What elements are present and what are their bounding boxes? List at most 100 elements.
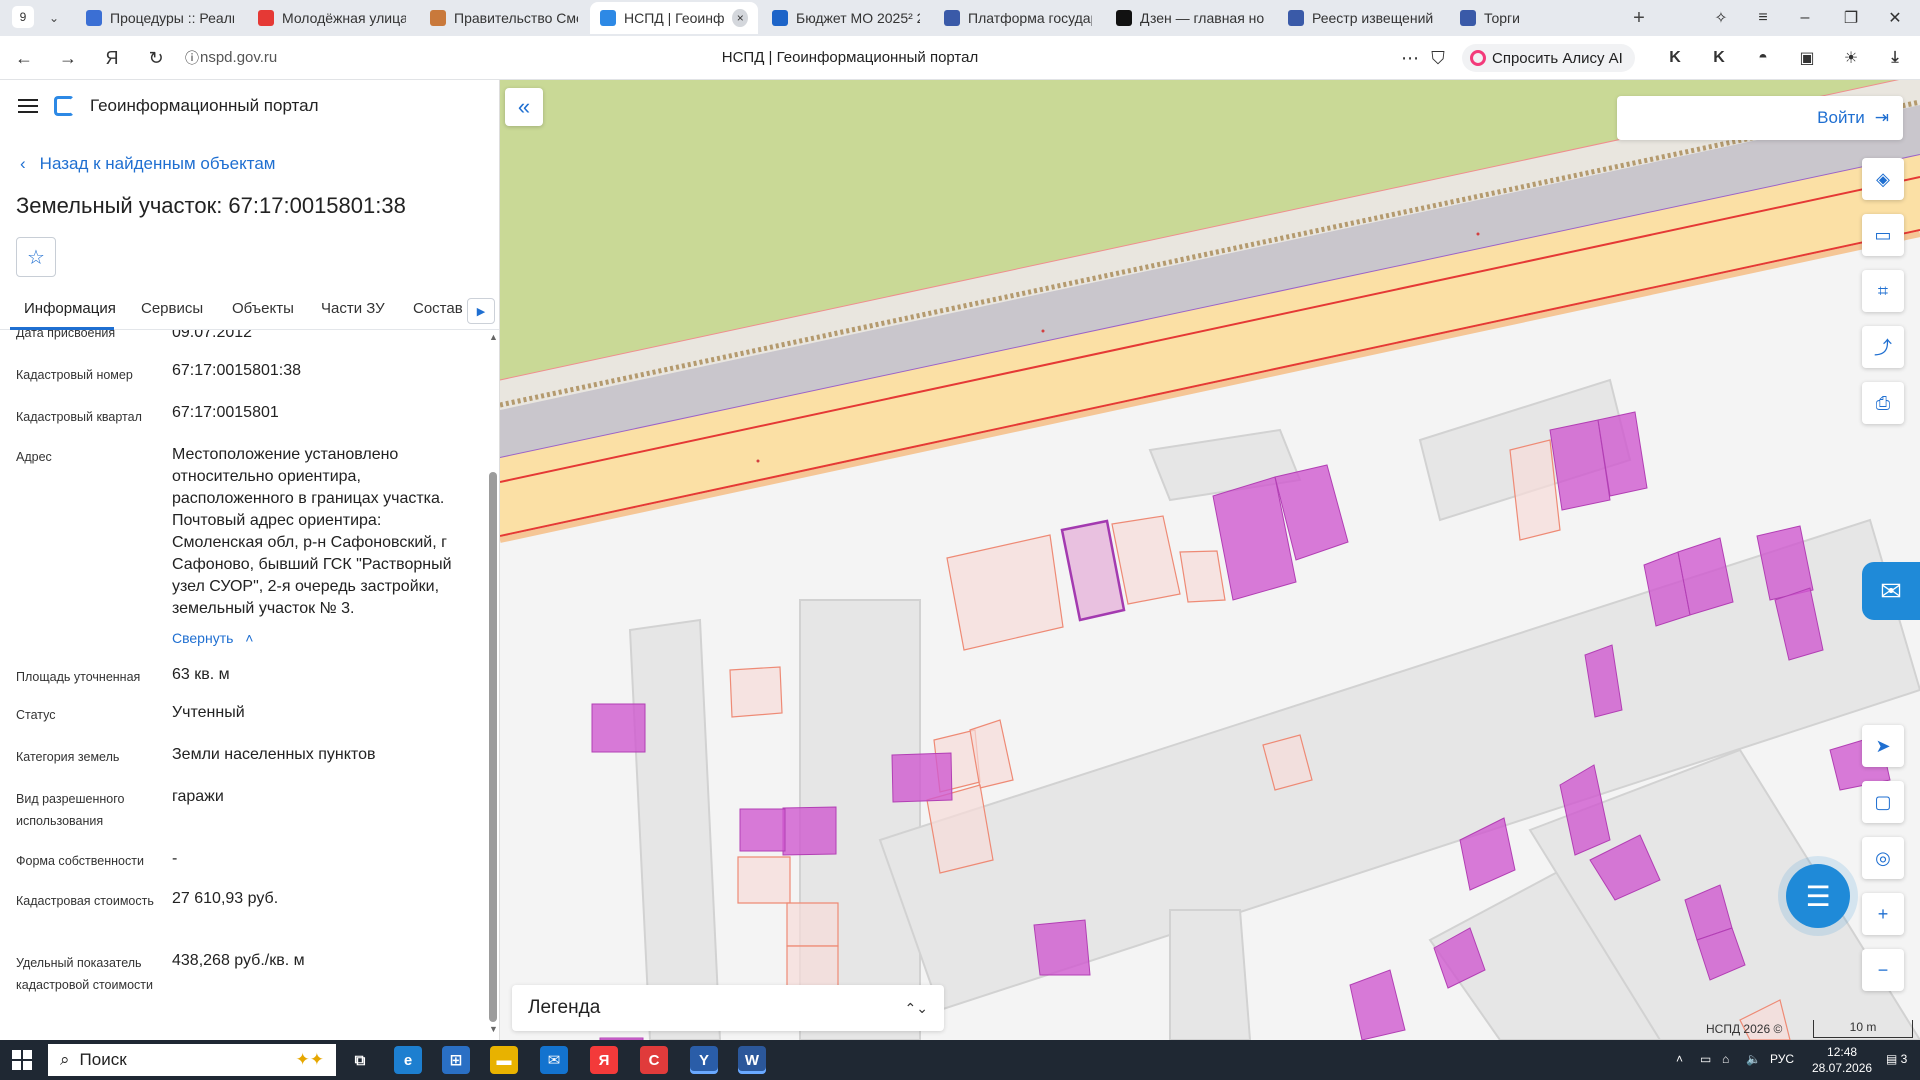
browser-tab[interactable]: Платформа государс (934, 2, 1102, 34)
chat-bubble-icon[interactable]: ☰ (1786, 864, 1850, 928)
back-to-results-link[interactable]: ‹ Назад к найденным объектам (20, 154, 275, 174)
map-scale-bar: 10 m (1813, 1020, 1913, 1038)
collapse-panel-icon[interactable]: « (505, 88, 543, 126)
browser-tab[interactable]: Бюджет МО 2025² 24 (762, 2, 930, 34)
map-pin-favicon-icon (258, 10, 274, 26)
legend-label: Легенда (528, 997, 601, 1018)
weather-icon[interactable]: ☀ (1840, 47, 1862, 69)
prop-label: Дата присвоения (16, 330, 116, 340)
emblem-favicon-icon (944, 10, 960, 26)
tabs-next-icon[interactable]: ▶ (467, 298, 495, 324)
browser-tab[interactable]: Молодёжная улица, (248, 2, 416, 34)
tab-parcel-parts[interactable]: Части ЗУ (321, 300, 385, 317)
volume-muted-icon[interactable]: 🔈 (1746, 1052, 1761, 1066)
minimize-button[interactable]: – (1790, 6, 1820, 30)
browser-tab[interactable]: Правительство Смол (420, 2, 588, 34)
prop-value: 438,268 руб./кв. м (172, 952, 305, 969)
area-select-icon[interactable]: ⌗ (1862, 270, 1904, 312)
collapse-link[interactable]: Свернуть ˄ (172, 630, 253, 646)
scrollbar-thumb[interactable] (489, 472, 497, 1022)
edge-icon[interactable]: e (394, 1046, 422, 1074)
close-window-button[interactable]: ✕ (1880, 6, 1910, 30)
prop-value: 63 кв. м (172, 666, 230, 683)
alisa-icon (1470, 50, 1486, 66)
hamburger-menu-icon[interactable] (18, 99, 38, 113)
network-icon[interactable]: ⌂ (1722, 1052, 1729, 1066)
tab-objects[interactable]: Объекты (232, 300, 294, 317)
map-canvas[interactable] (500, 80, 1920, 1040)
tab-services[interactable]: Сервисы (141, 300, 203, 317)
browser-tab-title: Правительство Смол (454, 10, 578, 26)
properties-list: Дата присвоения 09.07.2012 Кадастровый н… (0, 330, 486, 1040)
procedures-favicon-icon (86, 10, 102, 26)
store-icon[interactable]: ⊞ (442, 1046, 470, 1074)
zoom-in-icon[interactable]: + (1862, 893, 1904, 935)
tab-composition[interactable]: Состав (413, 300, 463, 317)
scroll-up-arrow-icon[interactable]: ▲ (489, 332, 498, 342)
browser-tab-title: Бюджет МО 2025² 24 (796, 10, 920, 26)
kaspersky-secondary-icon[interactable]: K (1708, 47, 1730, 69)
login-label: Войти (1817, 108, 1865, 127)
kaspersky-icon[interactable]: K (1664, 47, 1686, 69)
login-button[interactable]: Войти ⇥ (1617, 96, 1903, 140)
share-icon[interactable]: ⤴ (1862, 326, 1904, 368)
browser-tab[interactable]: Процедуры :: Реализ (76, 2, 244, 34)
expand-chevron-icon: ⌃⌄ (904, 999, 928, 1016)
legend-panel[interactable]: Легенда ⌃⌄ (512, 985, 944, 1031)
print-icon[interactable]: ⎙ (1862, 382, 1904, 424)
registry-favicon-icon (1288, 10, 1304, 26)
prop-label: Адрес (16, 450, 52, 464)
portal-header: Геоинформационный портал (18, 96, 319, 116)
new-tab-button[interactable]: + (1627, 6, 1651, 30)
more-icon[interactable]: ⋯ (1398, 46, 1422, 70)
browser-tab-title: НСПД | Геоинфор (624, 10, 725, 26)
prop-value: гаражи (172, 788, 224, 805)
close-tab-icon[interactable]: × (732, 9, 748, 27)
zoom-out-icon[interactable]: − (1862, 949, 1904, 991)
windows-start-icon[interactable] (12, 1050, 32, 1070)
menu-icon[interactable]: ≡ (1748, 6, 1778, 30)
favorite-star-icon[interactable]: ☆ (16, 237, 56, 277)
restore-button[interactable]: ❐ (1836, 6, 1866, 30)
tab-counter[interactable]: 9 (12, 6, 34, 28)
copyright-text: НСПД 2026 © (1706, 1022, 1783, 1036)
taskbar-clock[interactable]: 12:48 28.07.2026 (1812, 1044, 1872, 1076)
scale-label: 10 m (1849, 1020, 1877, 1034)
task-view-icon[interactable]: ⧉ (346, 1046, 374, 1074)
meet-now-icon[interactable]: ▭ (1700, 1052, 1711, 1066)
locate-icon[interactable]: ◎ (1862, 837, 1904, 879)
minimap-icon[interactable]: ▢ (1862, 781, 1904, 823)
browser-tab[interactable]: Торги (1450, 2, 1620, 34)
taskbar-search-box[interactable]: ⌕ Поиск ✦✦ (48, 1044, 336, 1076)
tab-list-chevron-icon[interactable]: ⌄ (44, 8, 64, 28)
map-drawing (500, 80, 1920, 1040)
scroll-down-arrow-icon[interactable]: ▼ (489, 1024, 498, 1034)
browser-tab[interactable]: Дзен — главная нов (1106, 2, 1274, 34)
tray-expand-icon[interactable]: ˄ (1676, 1052, 1683, 1066)
yandex-browser-icon[interactable]: Y (690, 1046, 718, 1074)
file-explorer-icon[interactable]: ▬ (490, 1046, 518, 1074)
ask-alisa-button[interactable]: Спросить Алису AI (1462, 44, 1635, 72)
browser-tab[interactable]: НСПД | Геоинфор × (590, 2, 758, 34)
downloads-icon[interactable]: ⤓ (1884, 47, 1906, 69)
ruler-icon[interactable]: ▭ (1862, 214, 1904, 256)
feedback-chat-icon[interactable]: ✉ (1862, 562, 1920, 620)
extensions-icon[interactable]: ✧ (1706, 6, 1736, 30)
tab-information[interactable]: Информация (24, 300, 116, 317)
collections-icon[interactable]: ▣ (1796, 47, 1818, 69)
prop-label: Площадь уточненная (16, 670, 141, 684)
government-favicon-icon (430, 10, 446, 26)
geolocation-icon[interactable]: ➤ (1862, 725, 1904, 767)
yandex-app-icon[interactable]: Я (590, 1046, 618, 1074)
back-to-results-label: Назад к найденным объектам (39, 154, 276, 173)
language-indicator[interactable]: РУС (1770, 1052, 1794, 1066)
crm-app-icon[interactable]: C (640, 1046, 668, 1074)
word-icon[interactable]: W (738, 1046, 766, 1074)
mail-icon[interactable]: ✉ (540, 1046, 568, 1074)
layers-icon[interactable]: ◈ (1862, 158, 1904, 200)
bookmark-icon[interactable]: ⛉ (1426, 46, 1450, 70)
notifications-icon[interactable]: ▤ 3 (1886, 1052, 1907, 1066)
browser-tab[interactable]: Реестр извещений (1278, 2, 1446, 34)
notifications-count: 3 (1900, 1052, 1908, 1066)
vpn-icon[interactable]: ◓ (1752, 47, 1774, 69)
